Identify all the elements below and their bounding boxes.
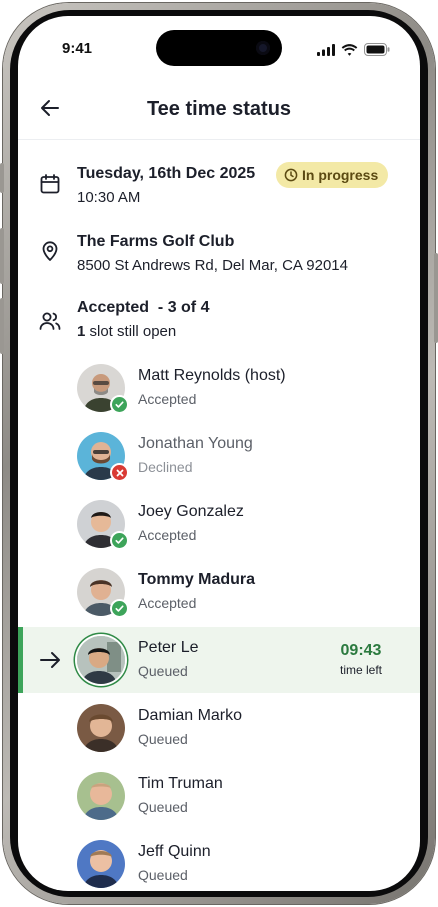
clock-icon: [284, 168, 298, 182]
player-row-jeff[interactable]: Jeff Quinn Queued: [18, 831, 420, 891]
player-status: Queued: [138, 867, 188, 883]
accepted-check-icon: [110, 599, 129, 618]
timer-label: time left: [339, 663, 382, 677]
wifi-icon: [341, 43, 358, 56]
player-name: Tim Truman: [138, 775, 223, 792]
club-address: 8500 St Andrews Rd, Del Mar, CA 92014: [77, 257, 348, 274]
users-icon: [39, 312, 61, 330]
status-bar-icons: [317, 43, 390, 56]
player-name: Tommy Madura: [138, 571, 256, 588]
open-slots-text: 1 slot still open: [77, 323, 176, 340]
camera-icon: [256, 41, 270, 55]
club-name: The Farms Golf Club: [77, 233, 235, 250]
accepted-check-icon: [110, 531, 129, 550]
avatar: [77, 704, 125, 752]
open-slots-label: slot still open: [85, 323, 177, 340]
player-status: Declined: [138, 459, 193, 475]
page-header: Tee time status: [18, 80, 420, 140]
accepted-summary: Accepted - 3 of 4: [77, 299, 210, 316]
tee-time: 10:30 AM: [77, 189, 141, 206]
power-button: [434, 253, 438, 343]
player-name: Matt Reynolds (host): [138, 367, 286, 384]
avatar: [77, 840, 125, 888]
calendar-icon: [40, 174, 60, 194]
player-status: Queued: [138, 799, 188, 815]
accepted-check-icon: [110, 395, 129, 414]
player-row-peter[interactable]: Peter Le Queued 09:43 time left: [18, 627, 420, 693]
player-row-matt[interactable]: Matt Reynolds (host) Accepted: [18, 355, 420, 421]
avatar-damian-image: [77, 704, 125, 752]
player-row-jonathan[interactable]: Jonathan Young Declined: [18, 423, 420, 489]
player-name: Joey Gonzalez: [138, 503, 244, 520]
declined-x-icon: [110, 463, 129, 482]
status-badge: In progress: [276, 162, 389, 188]
avatar: [77, 636, 125, 684]
player-status: Accepted: [138, 391, 197, 407]
current-turn-arrow-icon: [40, 652, 60, 668]
player-status: Queued: [138, 663, 188, 679]
avatar-tim-image: [77, 772, 125, 820]
avatar-peter-image: [77, 636, 125, 684]
player-status: Accepted: [138, 527, 197, 543]
avatar: [77, 772, 125, 820]
app-screen: 9:41 Tee time status Tuesday, 16th Dec 2…: [18, 16, 420, 891]
avatar-jeff-image: [77, 840, 125, 888]
player-row-tim[interactable]: Tim Truman Queued: [18, 763, 420, 829]
status-bar-time: 9:41: [62, 40, 93, 57]
player-name: Jonathan Young: [138, 435, 253, 452]
tee-date: Tuesday, 16th Dec 2025: [77, 165, 256, 182]
dynamic-island: [156, 30, 282, 66]
player-row-tommy[interactable]: Tommy Madura Accepted: [18, 559, 420, 625]
location-pin-icon: [42, 241, 58, 261]
player-row-damian[interactable]: Damian Marko Queued: [18, 695, 420, 761]
status-badge-label: In progress: [302, 167, 379, 183]
page-title: Tee time status: [146, 98, 292, 120]
player-status: Accepted: [138, 595, 197, 611]
player-name: Damian Marko: [138, 707, 243, 724]
action-button: [0, 163, 4, 193]
cellular-signal-icon: [317, 43, 335, 56]
volume-down-button: [0, 298, 4, 354]
volume-up-button: [0, 228, 4, 284]
battery-icon: [364, 43, 390, 56]
player-row-joey[interactable]: Joey Gonzalez Accepted: [18, 491, 420, 557]
player-name: Peter Le: [138, 639, 199, 656]
player-status: Queued: [138, 731, 188, 747]
timer-value: 09:43: [340, 642, 382, 659]
countdown-timer: 09:43 time left: [340, 642, 382, 677]
player-name: Jeff Quinn: [138, 843, 211, 860]
active-indicator: [18, 627, 23, 693]
